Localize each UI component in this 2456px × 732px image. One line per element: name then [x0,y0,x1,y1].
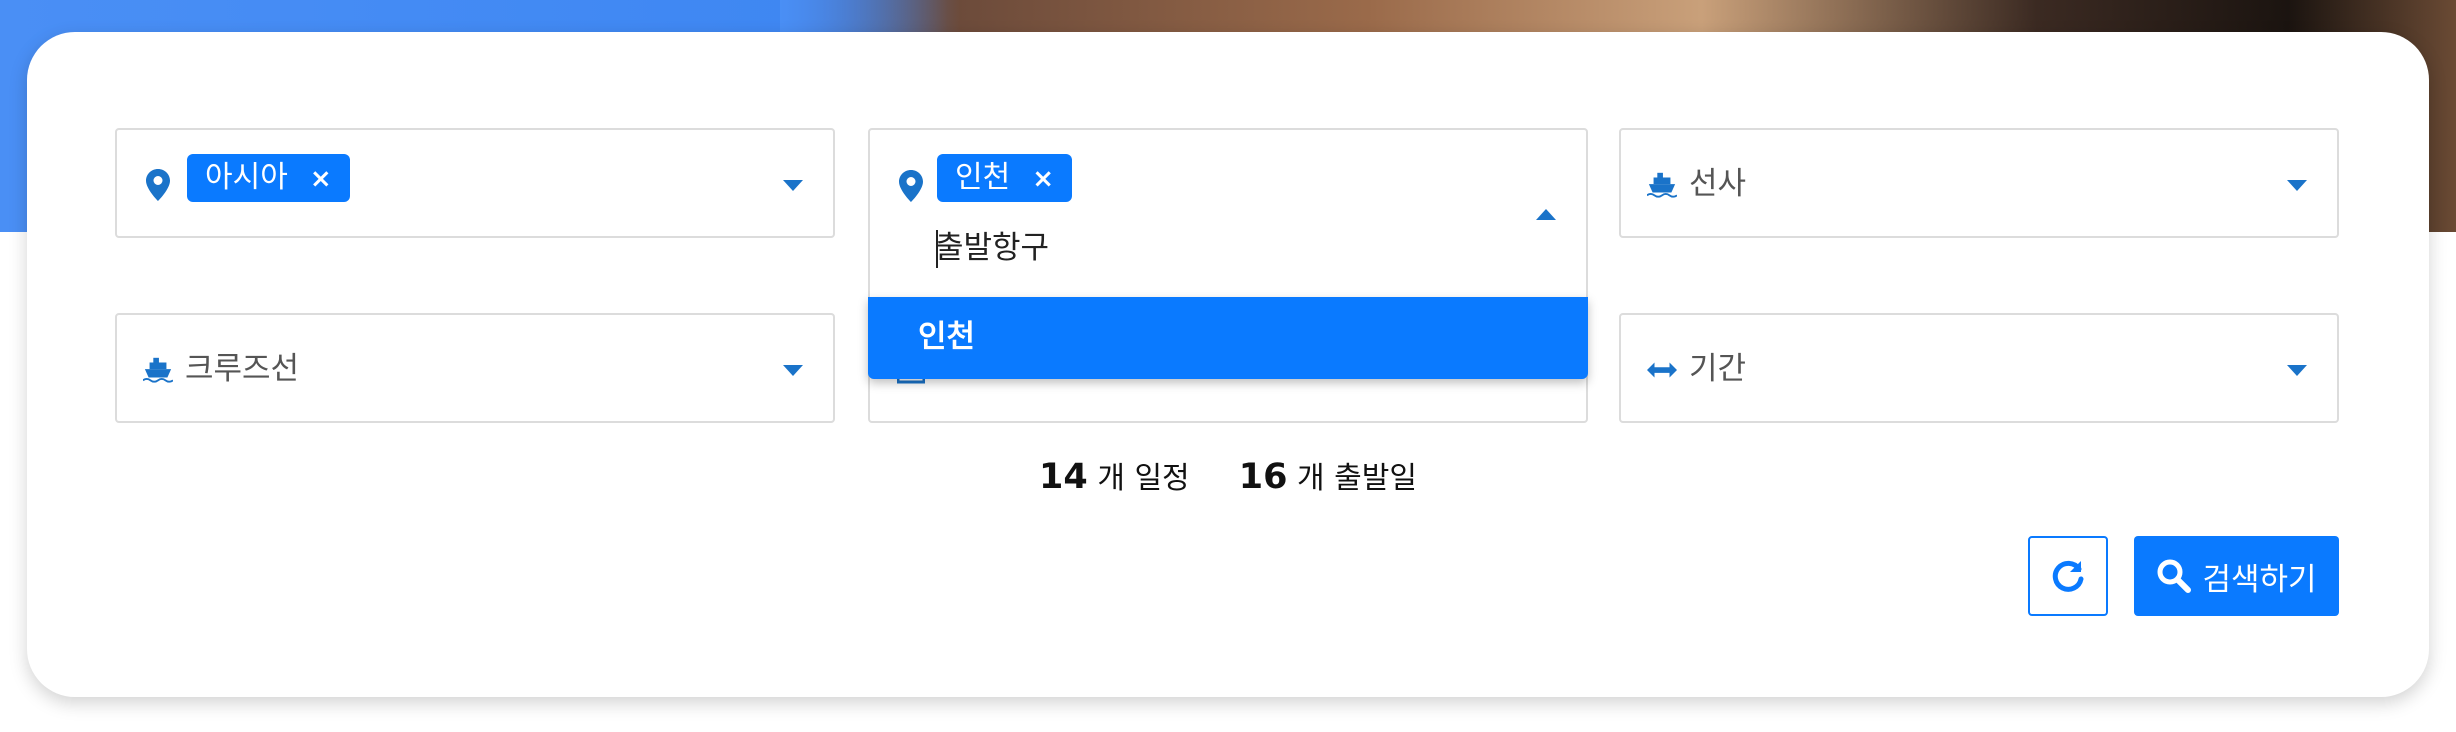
remove-region-tag-button[interactable]: × [310,155,332,203]
port-tag-label: 인천 [955,160,1011,195]
departure-port-input[interactable] [935,226,1335,270]
search-icon [2157,559,2192,593]
refresh-icon [2052,560,2084,592]
departure-port-select[interactable]: 인천 × [868,128,1588,299]
chevron-down-icon[interactable] [2287,180,2307,191]
map-pin-icon [143,167,173,203]
map-pin-icon [896,168,926,204]
search-button[interactable]: 검색하기 [2134,536,2339,616]
chevron-down-icon[interactable] [2287,365,2307,376]
duration-label: 기간 [1689,351,1747,387]
cruise-ship-label: 크루즈선 [185,351,300,387]
chevron-up-icon[interactable] [1536,209,1556,220]
region-tag-label: 아시아 [205,160,288,195]
region-tag: 아시아 × [187,154,350,202]
cruise-line-label: 선사 [1689,166,1747,202]
departures-label: 개 출발일 [1297,461,1417,496]
ship-icon [1647,167,1677,203]
departures-count: 16 [1238,457,1288,497]
text-cursor [936,230,938,268]
ship-icon [143,352,173,388]
itineraries-count: 14 [1039,457,1088,497]
chevron-down-icon[interactable] [783,180,803,191]
itineraries-label: 개 일정 [1097,461,1190,496]
horizontal-arrows-icon [1647,352,1677,388]
dropdown-option[interactable]: 인천 [918,315,975,359]
remove-port-tag-button[interactable]: × [1032,155,1054,203]
search-button-label: 검색하기 [2202,561,2317,598]
duration-select[interactable]: 기간 [1619,313,2339,423]
results-summary: 14 개 일정 16 개 출발일 [0,452,2456,504]
port-dropdown-menu: 인천 [868,297,1588,379]
port-tag: 인천 × [937,154,1072,202]
cruise-ship-select[interactable]: 크루즈선 [115,313,835,423]
reset-button[interactable] [2028,536,2108,616]
chevron-down-icon[interactable] [783,365,803,376]
cruise-line-select[interactable]: 선사 [1619,128,2339,238]
region-select[interactable]: 아시아 × [115,128,835,238]
